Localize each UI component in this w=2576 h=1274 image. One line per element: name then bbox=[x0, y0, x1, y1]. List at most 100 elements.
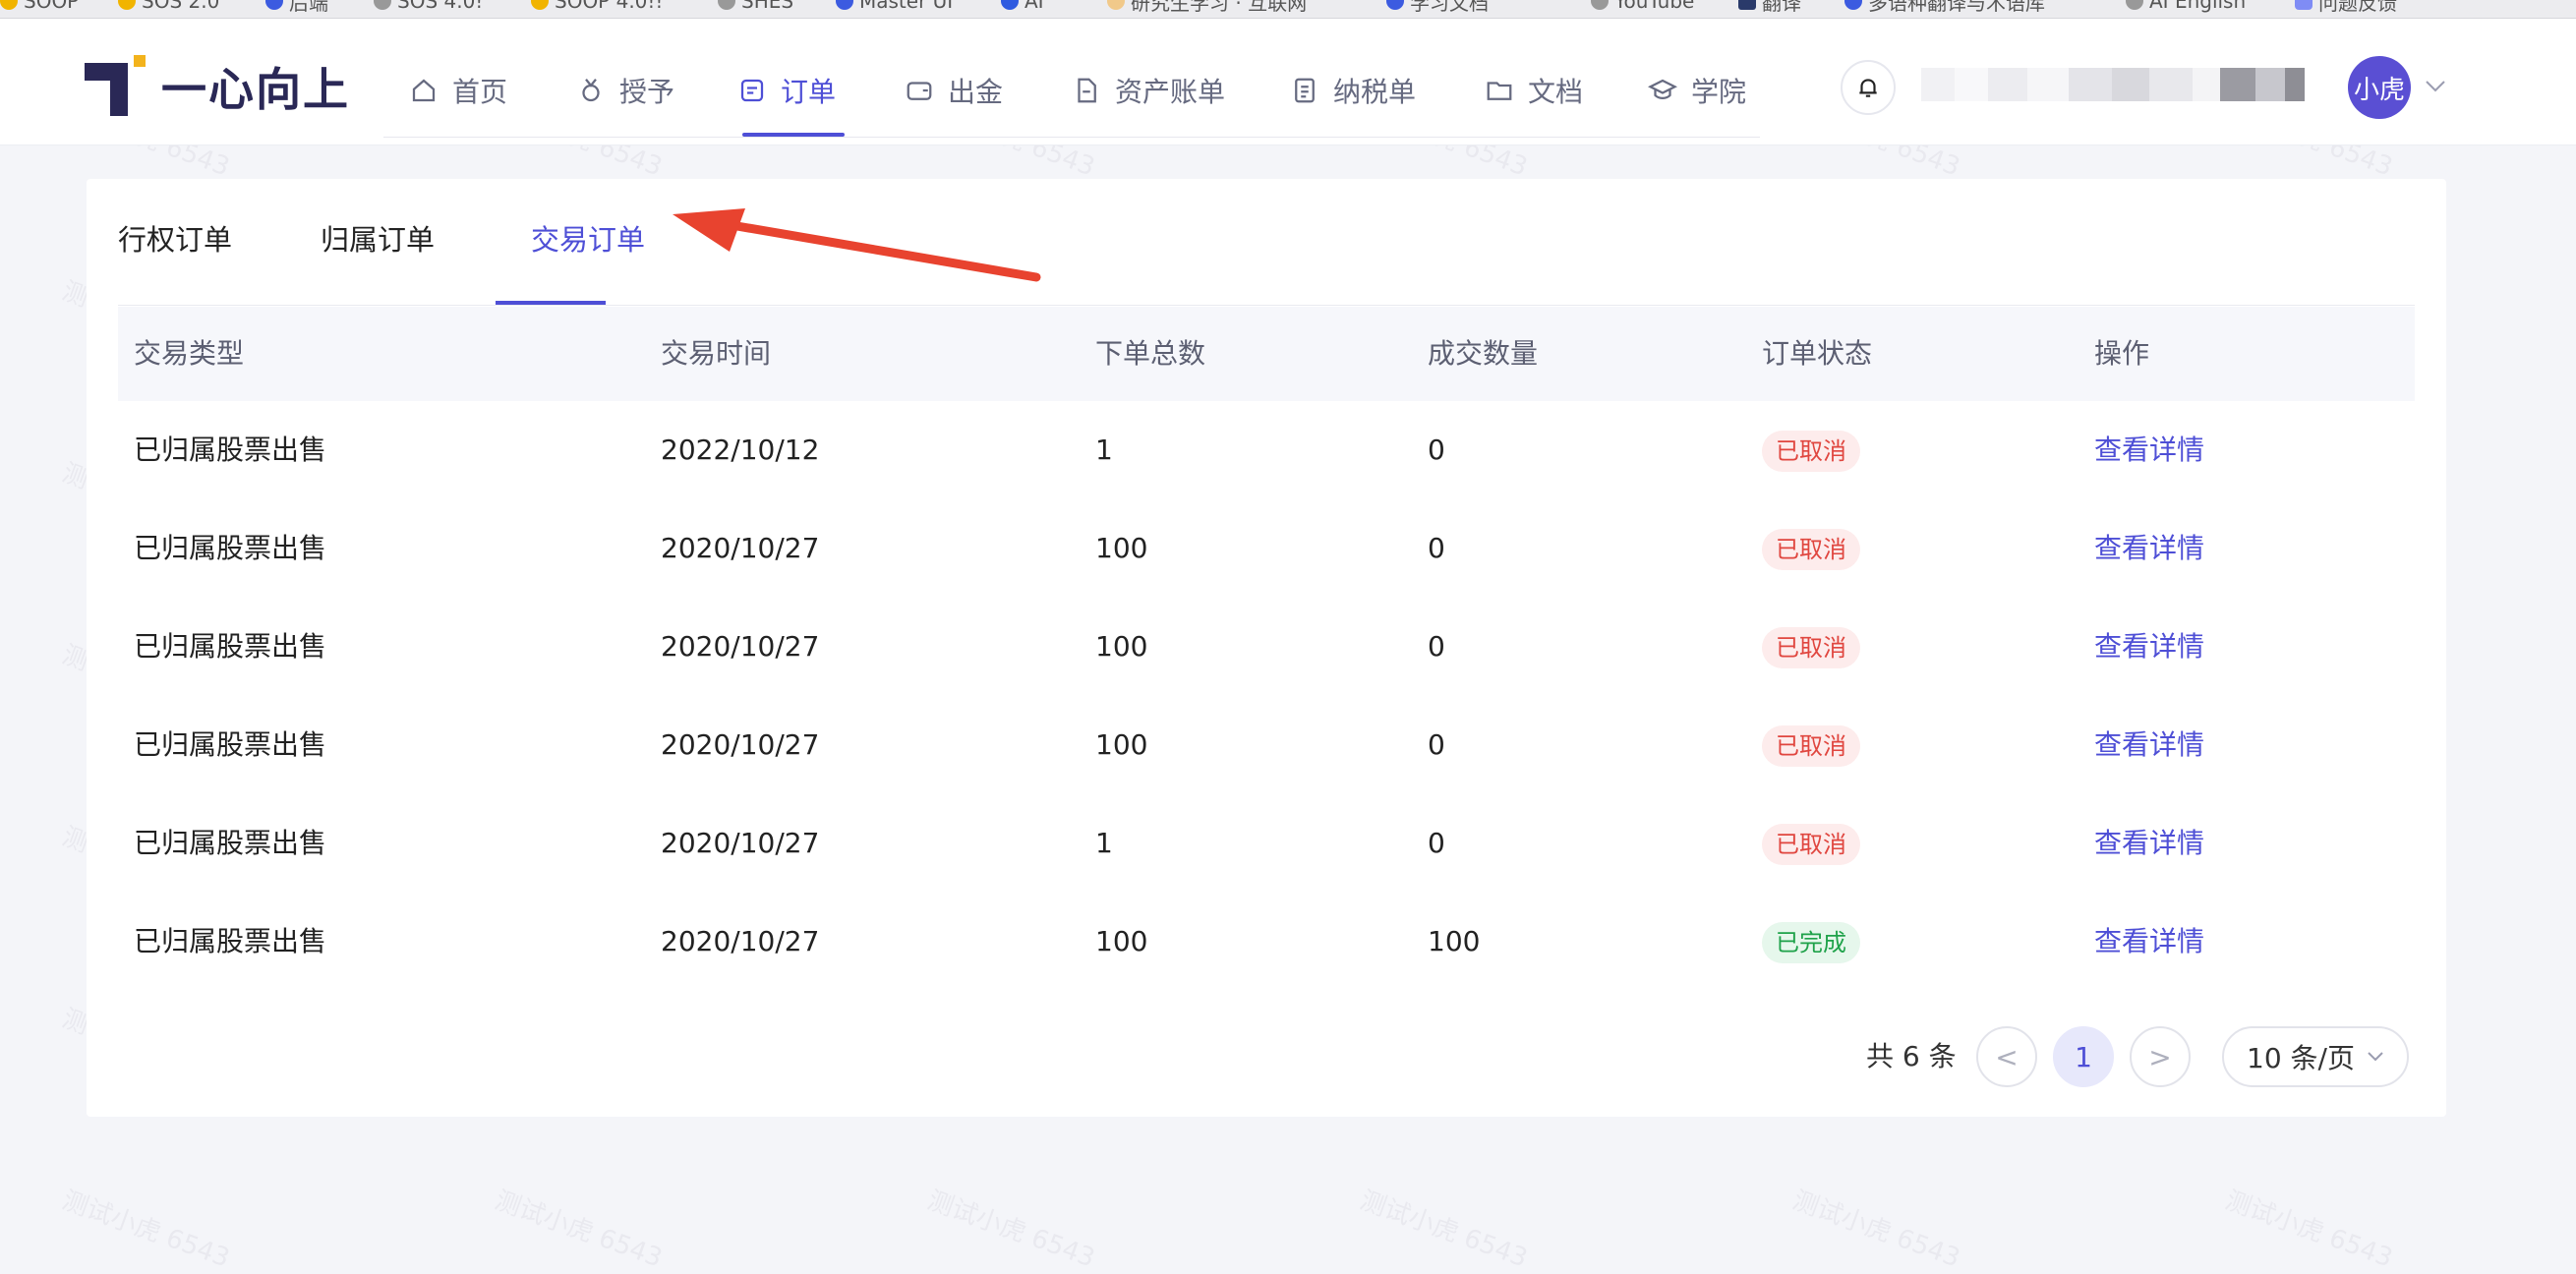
cell-filled-qty: 0 bbox=[1428, 532, 1445, 564]
bookmark-item[interactable]: 后端 bbox=[265, 0, 328, 15]
cell-filled-qty: 0 bbox=[1428, 728, 1445, 761]
nav-item-label: 文档 bbox=[1528, 76, 1584, 108]
user-avatar[interactable]: 小虎 bbox=[2348, 56, 2411, 119]
nav-item-label: 出金 bbox=[948, 76, 1004, 108]
orders-card: 行权订单 归属订单 交易订单 交易类型 交易时间 下单总数 成交数量 订单状态 … bbox=[87, 179, 2446, 1117]
user-name-redacted bbox=[1921, 68, 2305, 101]
bookmark-item[interactable]: 问题反馈 bbox=[2295, 0, 2397, 15]
home-icon bbox=[412, 79, 436, 102]
bookmark-icon bbox=[531, 0, 549, 10]
bookmark-icon bbox=[1591, 0, 1609, 10]
cell-filled-qty: 0 bbox=[1428, 434, 1445, 466]
chevron-left-icon: < bbox=[1995, 1040, 2019, 1073]
main-nav: 首页 授予 订单 出金 资产账单 纳税单 文档 学院 bbox=[383, 56, 1760, 138]
bookmark-item[interactable]: AI bbox=[1001, 0, 1044, 13]
bookmark-item[interactable]: SHES bbox=[718, 0, 793, 13]
cell-trade-type: 已归属股票出售 bbox=[134, 630, 327, 663]
nav-item-asset-bill[interactable]: 资产账单 bbox=[1072, 68, 1225, 113]
watermark-text: 测试小虎 6543 bbox=[58, 1186, 234, 1274]
chevron-down-icon[interactable] bbox=[2425, 80, 2446, 93]
view-details-link[interactable]: 查看详情 bbox=[2094, 794, 2204, 893]
nav-item-docs[interactable]: 文档 bbox=[1485, 68, 1583, 113]
cell-trade-time: 2022/10/12 bbox=[661, 434, 820, 466]
cell-order-total: 1 bbox=[1095, 827, 1113, 859]
bookmark-item[interactable]: 多语种翻译与术语库 bbox=[1844, 0, 2045, 15]
page-size-select[interactable]: 10 条/页 bbox=[2222, 1026, 2409, 1087]
bookmark-item[interactable]: SOOP 4.0!! bbox=[531, 0, 663, 13]
bill-icon bbox=[1078, 78, 1096, 103]
bookmark-item[interactable]: SOS 2.0 bbox=[118, 0, 219, 13]
view-details-link[interactable]: 查看详情 bbox=[2094, 401, 2204, 499]
bookmark-item[interactable]: SOOP bbox=[0, 0, 79, 13]
bookmark-icon bbox=[718, 0, 735, 10]
bookmark-icon bbox=[0, 0, 18, 10]
column-header-order-total: 下单总数 bbox=[1095, 337, 1206, 370]
tab-exercise-orders[interactable]: 行权订单 bbox=[118, 220, 232, 260]
bookmark-item[interactable]: 学习文档 bbox=[1386, 0, 1489, 15]
cell-trade-type: 已归属股票出售 bbox=[134, 434, 327, 466]
prev-page-button[interactable]: < bbox=[1976, 1026, 2037, 1087]
pagination-total: 共 6 条 bbox=[1866, 1040, 1957, 1072]
watermark-text: 测试小虎 6543 bbox=[1788, 1186, 1964, 1274]
bookmark-icon bbox=[1107, 0, 1125, 10]
nav-item-label: 资产账单 bbox=[1115, 76, 1226, 108]
watermark-text: 测试小虎 6543 bbox=[1356, 1186, 1532, 1274]
cell-trade-type: 已归属股票出售 bbox=[134, 925, 327, 957]
bookmark-icon bbox=[2295, 0, 2313, 10]
bookmark-icon bbox=[1738, 0, 1756, 10]
cell-trade-type: 已归属股票出售 bbox=[134, 827, 327, 859]
nav-item-grant[interactable]: 授予 bbox=[576, 68, 674, 113]
column-header-actions: 操作 bbox=[2094, 337, 2150, 370]
top-navigation: 一心向上 首页 授予 订单 出金 资产账单 纳税单 文档 学院 小虎 bbox=[0, 19, 2576, 145]
nav-item-tax[interactable]: 纳税单 bbox=[1290, 68, 1416, 113]
folder-icon bbox=[1487, 82, 1512, 100]
bookmark-item[interactable]: AI English bbox=[2126, 0, 2246, 13]
nav-item-label: 授予 bbox=[619, 76, 675, 108]
table-row: 已归属股票出售 2020/10/27 100 0 已取消 查看详情 bbox=[118, 499, 2415, 598]
bookmark-icon bbox=[2126, 0, 2143, 10]
chevron-down-icon bbox=[2368, 1052, 2383, 1062]
watermark-text: 测试小虎 6543 bbox=[491, 1186, 667, 1274]
bookmark-icon bbox=[1386, 0, 1404, 10]
view-details-link[interactable]: 查看详情 bbox=[2094, 696, 2204, 794]
bookmark-item[interactable]: 翻译 bbox=[1738, 0, 1801, 15]
tab-vesting-orders[interactable]: 归属订单 bbox=[321, 220, 435, 260]
bookmark-item[interactable]: YouTube bbox=[1591, 0, 1694, 13]
tax-icon bbox=[1295, 78, 1315, 103]
nav-item-label: 学院 bbox=[1691, 76, 1747, 108]
column-header-trade-time: 交易时间 bbox=[661, 337, 772, 370]
bookmarks-bar: SOOP SOS 2.0 后端 SOS 4.0! SOOP 4.0!! SHES… bbox=[0, 0, 2576, 19]
view-details-link[interactable]: 查看详情 bbox=[2094, 499, 2204, 598]
table-row: 已归属股票出售 2022/10/12 1 0 已取消 查看详情 bbox=[118, 401, 2415, 499]
bookmark-icon bbox=[836, 0, 853, 10]
next-page-button[interactable]: > bbox=[2130, 1026, 2191, 1087]
cell-order-total: 100 bbox=[1095, 630, 1148, 663]
page-number-button[interactable]: 1 bbox=[2053, 1026, 2114, 1087]
nav-item-label: 订单 bbox=[781, 76, 837, 108]
bookmark-item[interactable]: Master UI bbox=[836, 0, 953, 13]
nav-item-withdraw[interactable]: 出金 bbox=[905, 68, 1003, 113]
bookmark-item[interactable]: 研究生学习 · 互联网 bbox=[1107, 0, 1307, 15]
nav-item-orders[interactable]: 订单 bbox=[737, 68, 836, 113]
status-badge: 已取消 bbox=[1762, 725, 1860, 767]
cell-trade-time: 2020/10/27 bbox=[661, 532, 820, 564]
page-size-value: 10 条/页 bbox=[2247, 1042, 2355, 1074]
view-details-link[interactable]: 查看详情 bbox=[2094, 598, 2204, 696]
brand-name: 一心向上 bbox=[161, 63, 350, 116]
column-header-order-status: 订单状态 bbox=[1762, 337, 1873, 370]
status-badge: 已取消 bbox=[1762, 627, 1860, 668]
nav-item-home[interactable]: 首页 bbox=[409, 68, 507, 113]
notification-button[interactable] bbox=[1841, 60, 1896, 115]
table-row: 已归属股票出售 2020/10/27 100 100 已完成 查看详情 bbox=[118, 893, 2415, 991]
watermark-text: 测试小虎 6543 bbox=[923, 1186, 1099, 1274]
brand-logo[interactable]: 一心向上 bbox=[85, 52, 350, 121]
cell-trade-time: 2020/10/27 bbox=[661, 728, 820, 761]
cell-order-total: 100 bbox=[1095, 532, 1148, 564]
nav-item-academy[interactable]: 学院 bbox=[1648, 68, 1746, 113]
wallet-icon bbox=[907, 82, 932, 100]
tab-trade-orders[interactable]: 交易订单 bbox=[531, 220, 645, 260]
column-header-trade-type: 交易类型 bbox=[134, 337, 245, 370]
bookmark-item[interactable]: SOS 4.0! bbox=[374, 0, 483, 13]
view-details-link[interactable]: 查看详情 bbox=[2094, 893, 2204, 991]
cell-order-total: 100 bbox=[1095, 728, 1148, 761]
